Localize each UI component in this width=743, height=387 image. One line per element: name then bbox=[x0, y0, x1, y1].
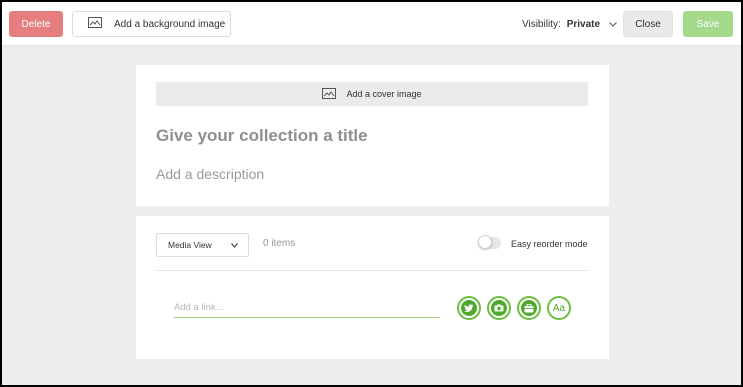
toggle-knob bbox=[478, 235, 492, 249]
close-button[interactable]: Close bbox=[623, 11, 673, 37]
visibility-label: Visibility: bbox=[522, 18, 561, 30]
add-cover-image-button[interactable]: Add a cover image bbox=[156, 82, 588, 106]
collection-details-panel: Add a cover image Give your collection a… bbox=[136, 65, 609, 206]
divider bbox=[156, 270, 588, 271]
add-background-image-button[interactable]: Add a background image bbox=[72, 11, 231, 37]
easy-reorder-label: Easy reorder mode bbox=[511, 239, 588, 249]
top-toolbar: Delete Add a background image Visibility… bbox=[2, 2, 741, 46]
add-background-image-label: Add a background image bbox=[114, 18, 226, 30]
chevron-down-icon bbox=[609, 19, 617, 29]
easy-reorder-toggle[interactable] bbox=[478, 235, 501, 249]
add-text-button[interactable]: Aa bbox=[547, 296, 571, 320]
visibility-dropdown[interactable]: Visibility: Private bbox=[522, 11, 617, 37]
text-icon: Aa bbox=[552, 302, 566, 314]
collection-items-panel: Media View 0 items Easy reorder mode Add… bbox=[136, 216, 609, 359]
twitter-icon bbox=[461, 300, 477, 316]
add-product-button[interactable] bbox=[517, 296, 541, 320]
view-mode-value: Media View bbox=[168, 240, 212, 250]
add-cover-image-label: Add a cover image bbox=[346, 89, 422, 99]
view-mode-select[interactable]: Media View bbox=[156, 233, 249, 257]
delete-button[interactable]: Delete bbox=[9, 11, 63, 37]
save-button[interactable]: Save bbox=[683, 11, 733, 37]
bag-icon bbox=[521, 300, 537, 316]
image-icon bbox=[88, 17, 102, 31]
chevron-down-icon bbox=[231, 241, 238, 250]
visibility-value: Private bbox=[566, 18, 601, 30]
app-frame: Delete Add a background image Visibility… bbox=[2, 2, 741, 385]
collection-title-input[interactable]: Give your collection a title bbox=[156, 126, 368, 146]
add-link-input[interactable] bbox=[174, 298, 440, 318]
camera-icon bbox=[491, 300, 507, 316]
add-tweet-button[interactable] bbox=[457, 296, 481, 320]
add-photo-button[interactable] bbox=[487, 296, 511, 320]
collection-description-input[interactable]: Add a description bbox=[156, 166, 264, 182]
image-icon bbox=[322, 87, 337, 101]
items-count: 0 items bbox=[263, 238, 296, 249]
